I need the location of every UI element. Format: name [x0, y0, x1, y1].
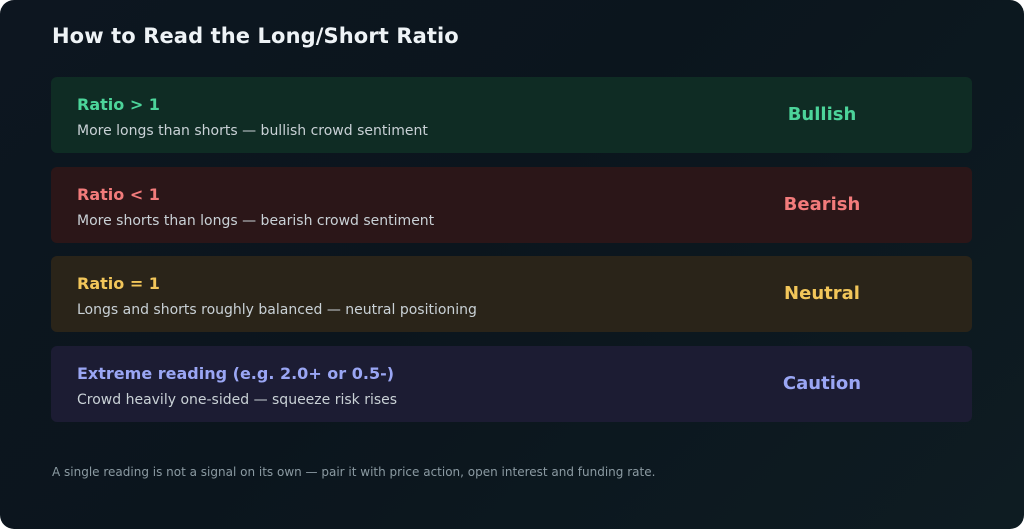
ratio-row-bullish: Ratio > 1 More longs than shorts — bulli…	[51, 77, 972, 153]
footnote: A single reading is not a signal on its …	[52, 465, 656, 479]
ratio-condition-description: Crowd heavily one-sided — squeeze risk r…	[77, 392, 398, 408]
ratio-condition-label: Ratio < 1	[77, 185, 160, 204]
ratio-condition-description: More longs than shorts — bullish crowd s…	[77, 123, 428, 139]
ratio-condition-description: Longs and shorts roughly balanced — neut…	[77, 302, 477, 318]
ratio-condition-label: Extreme reading (e.g. 2.0+ or 0.5-)	[77, 364, 395, 383]
sentiment-tag: Caution	[782, 373, 862, 394]
ratio-row-neutral: Ratio = 1 Longs and shorts roughly balan…	[51, 256, 972, 332]
ratio-condition-label: Ratio > 1	[77, 95, 160, 114]
ratio-condition-description: More shorts than longs — bearish crowd s…	[77, 213, 435, 229]
panel-title: How to Read the Long/Short Ratio	[52, 24, 459, 48]
sentiment-tag: Bearish	[783, 194, 861, 215]
ratio-condition-label: Ratio = 1	[77, 274, 160, 293]
sentiment-tag: Bullish	[787, 104, 857, 125]
ratio-row-bearish: Ratio < 1 More shorts than longs — beari…	[51, 167, 972, 243]
ratio-row-caution: Extreme reading (e.g. 2.0+ or 0.5-) Crow…	[51, 346, 972, 422]
sentiment-tag: Neutral	[784, 283, 860, 304]
ratio-guide-panel: How to Read the Long/Short Ratio Ratio >…	[0, 0, 1024, 529]
